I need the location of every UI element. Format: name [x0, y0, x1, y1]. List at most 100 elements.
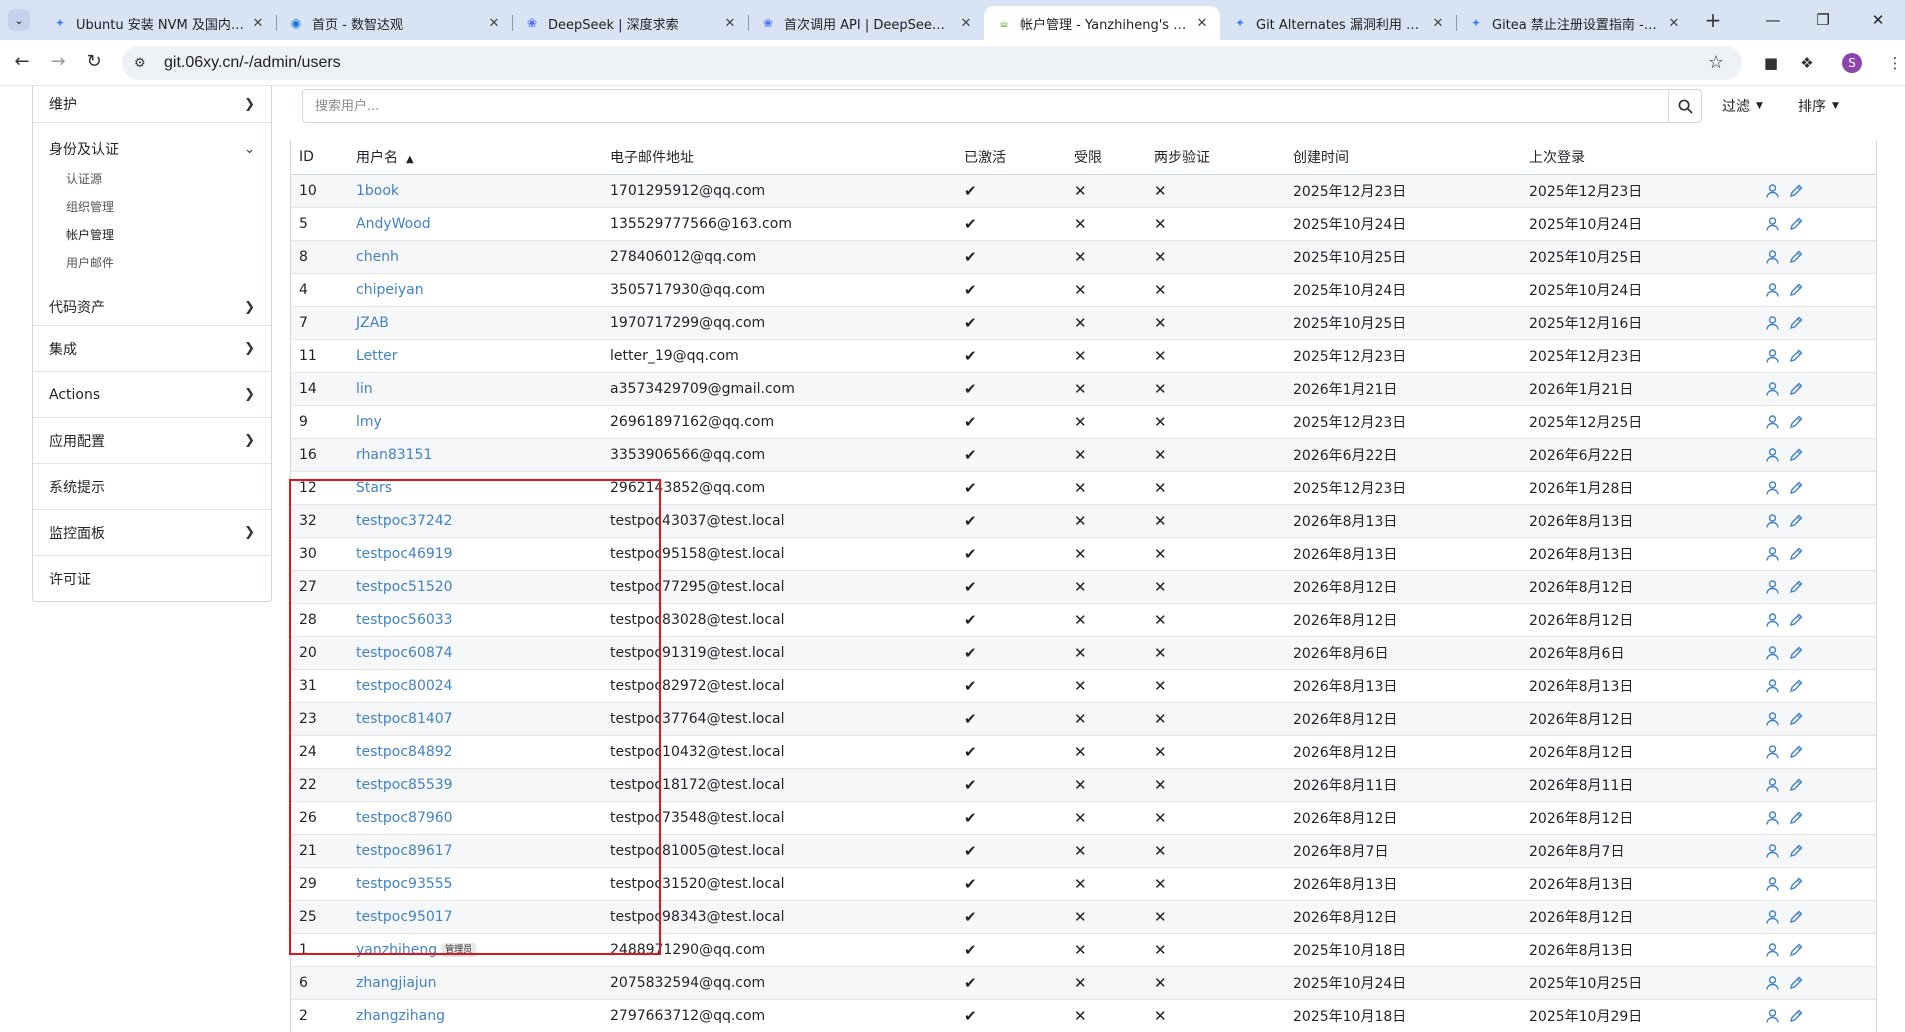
url-text[interactable]: git.06xy.cn/-/admin/users	[164, 54, 341, 72]
username-link[interactable]: Stars	[356, 480, 392, 496]
username-link[interactable]: testpoc51520	[356, 579, 453, 595]
extension-shield-icon[interactable]: ■	[1760, 52, 1782, 74]
edit-pencil-icon[interactable]	[1789, 448, 1803, 462]
extensions-puzzle-icon[interactable]: ❖	[1796, 52, 1818, 74]
username-link[interactable]: AndyWood	[356, 216, 431, 232]
username-link[interactable]: chenh	[356, 249, 399, 265]
username-link[interactable]: JZAB	[356, 315, 389, 331]
edit-pencil-icon[interactable]	[1789, 514, 1803, 528]
username-link[interactable]: yanzhiheng	[356, 942, 437, 958]
edit-pencil-icon[interactable]	[1789, 811, 1803, 825]
sidebar-subitem[interactable]: 认证源	[33, 165, 271, 193]
edit-pencil-icon[interactable]	[1789, 382, 1803, 396]
username-link[interactable]: rhan83151	[356, 447, 432, 463]
edit-pencil-icon[interactable]	[1789, 778, 1803, 792]
browser-tab[interactable]: ✦ Gitea 禁止注册设置指南 - Goo ✕	[1456, 6, 1692, 40]
username-link[interactable]: testpoc80024	[356, 678, 453, 694]
tab-close-icon[interactable]: ✕	[958, 16, 974, 31]
user-profile-icon[interactable]	[1766, 975, 1779, 990]
browser-menu-icon[interactable]: ⋮	[1884, 52, 1905, 74]
sidebar-item[interactable]: 系统提示	[33, 463, 271, 509]
edit-pencil-icon[interactable]	[1789, 580, 1803, 594]
edit-pencil-icon[interactable]	[1789, 283, 1803, 297]
edit-pencil-icon[interactable]	[1789, 745, 1803, 759]
sidebar-subitem[interactable]: 组织管理	[33, 193, 271, 221]
user-profile-icon[interactable]	[1766, 216, 1779, 231]
column-header-2fa[interactable]: 两步验证	[1146, 140, 1285, 175]
username-link[interactable]: testpoc89617	[356, 843, 453, 859]
close-window-icon[interactable]: ✕	[1855, 0, 1901, 40]
tab-close-icon[interactable]: ✕	[250, 16, 266, 31]
edit-pencil-icon[interactable]	[1789, 349, 1803, 363]
username-link[interactable]: testpoc87960	[356, 810, 453, 826]
username-link[interactable]: testpoc95017	[356, 909, 453, 925]
back-arrow-icon[interactable]: ←	[10, 51, 34, 75]
column-header-created[interactable]: 创建时间	[1285, 140, 1521, 175]
username-link[interactable]: zhangzihang	[356, 1008, 445, 1024]
user-profile-icon[interactable]	[1766, 282, 1779, 297]
username-link[interactable]: testpoc60874	[356, 645, 453, 661]
user-profile-icon[interactable]	[1766, 315, 1779, 330]
edit-pencil-icon[interactable]	[1789, 910, 1803, 924]
edit-pencil-icon[interactable]	[1789, 250, 1803, 264]
edit-pencil-icon[interactable]	[1789, 217, 1803, 231]
sidebar-item[interactable]: Actions ❯	[33, 371, 271, 417]
user-profile-icon[interactable]	[1766, 546, 1779, 561]
user-profile-icon[interactable]	[1766, 678, 1779, 693]
tab-close-icon[interactable]: ✕	[1194, 16, 1210, 31]
sidebar-subitem[interactable]: 帐户管理	[33, 221, 271, 249]
user-profile-icon[interactable]	[1766, 744, 1779, 759]
username-link[interactable]: testpoc37242	[356, 513, 453, 529]
edit-pencil-icon[interactable]	[1789, 679, 1803, 693]
column-header-last-login[interactable]: 上次登录	[1521, 140, 1758, 175]
user-profile-icon[interactable]	[1766, 579, 1779, 594]
new-tab-plus-icon[interactable]: +	[1700, 8, 1726, 34]
user-profile-icon[interactable]	[1766, 777, 1779, 792]
user-profile-icon[interactable]	[1766, 843, 1779, 858]
restore-window-icon[interactable]: ❐	[1800, 0, 1846, 40]
username-link[interactable]: testpoc93555	[356, 876, 453, 892]
tab-search-chevron-icon[interactable]: ⌄	[8, 9, 30, 31]
user-profile-icon[interactable]	[1766, 480, 1779, 495]
user-profile-icon[interactable]	[1766, 183, 1779, 198]
edit-pencil-icon[interactable]	[1789, 844, 1803, 858]
sidebar-item[interactable]: 监控面板 ❯	[33, 509, 271, 555]
bookmark-star-icon[interactable]: ☆	[1708, 52, 1724, 73]
edit-pencil-icon[interactable]	[1789, 943, 1803, 957]
user-profile-icon[interactable]	[1766, 711, 1779, 726]
browser-tab[interactable]: ✦ Git Alternates 漏洞利用 PoC 实 ✕	[1220, 6, 1456, 40]
browser-tab[interactable]: ☕ 帐户管理 - Yanzhiheng's Gitea ✕	[984, 6, 1220, 40]
edit-pencil-icon[interactable]	[1789, 184, 1803, 198]
username-link[interactable]: testpoc84892	[356, 744, 453, 760]
edit-pencil-icon[interactable]	[1789, 646, 1803, 660]
username-link[interactable]: chipeiyan	[356, 282, 424, 298]
username-link[interactable]: lin	[356, 381, 373, 397]
edit-pencil-icon[interactable]	[1789, 547, 1803, 561]
sidebar-item-maintenance[interactable]: 维护 ❯	[33, 86, 271, 122]
column-header-email[interactable]: 电子邮件地址	[602, 140, 956, 175]
profile-avatar[interactable]: S	[1842, 53, 1862, 73]
browser-tab[interactable]: ❀ 首次调用 API | DeepSeek API ✕	[748, 6, 984, 40]
user-profile-icon[interactable]	[1766, 645, 1779, 660]
edit-pencil-icon[interactable]	[1789, 415, 1803, 429]
minimize-window-icon[interactable]: —	[1750, 0, 1796, 40]
column-header-id[interactable]: ID	[291, 140, 348, 175]
user-profile-icon[interactable]	[1766, 414, 1779, 429]
sidebar-item[interactable]: 代码资产 ❯	[33, 289, 271, 325]
username-link[interactable]: testpoc81407	[356, 711, 453, 727]
user-profile-icon[interactable]	[1766, 513, 1779, 528]
user-profile-icon[interactable]	[1766, 1009, 1779, 1023]
sidebar-subitem[interactable]: 用户邮件	[33, 249, 271, 277]
site-info-icon[interactable]: ⚙	[134, 56, 154, 71]
edit-pencil-icon[interactable]	[1789, 481, 1803, 495]
edit-pencil-icon[interactable]	[1789, 613, 1803, 627]
user-profile-icon[interactable]	[1766, 909, 1779, 924]
sort-dropdown[interactable]: 排序 ▼	[1798, 88, 1839, 124]
filter-dropdown[interactable]: 过滤 ▼	[1722, 88, 1763, 124]
browser-tab[interactable]: ◉ 首页 - 数智达观 ✕	[276, 6, 512, 40]
user-profile-icon[interactable]	[1766, 249, 1779, 264]
forward-arrow-icon[interactable]: →	[46, 51, 70, 75]
tab-close-icon[interactable]: ✕	[1666, 16, 1682, 31]
user-profile-icon[interactable]	[1766, 810, 1779, 825]
sidebar-item[interactable]: 许可证	[33, 555, 271, 601]
